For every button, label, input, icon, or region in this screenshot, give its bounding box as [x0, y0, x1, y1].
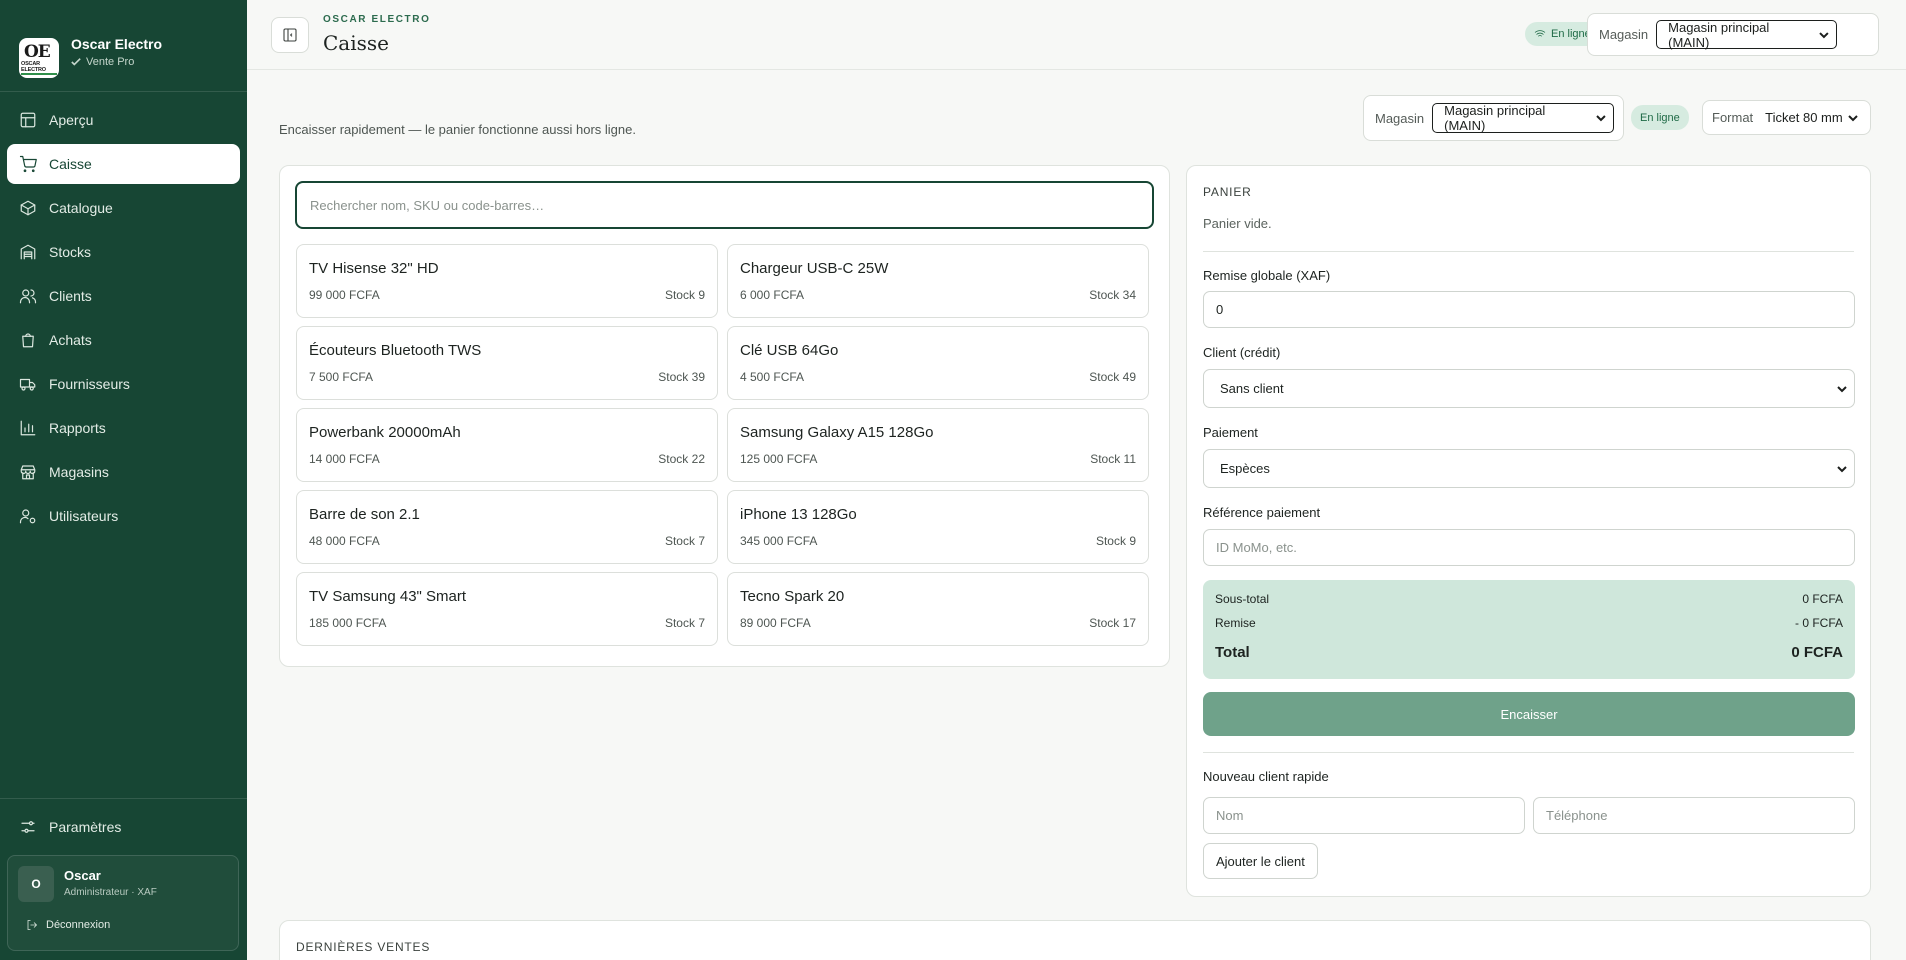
- sidebar-item-fournisseurs[interactable]: Fournisseurs: [7, 364, 240, 404]
- bar-chart-icon: [20, 420, 36, 436]
- header-eyebrow: OSCAR ELECTRO: [323, 14, 431, 25]
- sidebar-footer: Paramètres O Oscar Administrateur · XAF …: [0, 798, 247, 951]
- products-panel: TV Hisense 32" HD99 000 FCFAStock 9 Char…: [279, 165, 1170, 667]
- sidebar-item-caisse[interactable]: Caisse: [7, 144, 240, 184]
- wifi-icon: [1534, 30, 1546, 39]
- chevron-down-icon: [1837, 385, 1847, 392]
- payment-reference-input[interactable]: [1203, 529, 1855, 566]
- logout-button[interactable]: Déconnexion: [26, 919, 110, 931]
- sidebar-item-achats[interactable]: Achats: [7, 320, 240, 360]
- product-card[interactable]: TV Hisense 32" HD 99 000 FCFA Stock 9: [296, 244, 718, 318]
- discount-input[interactable]: [1203, 291, 1855, 328]
- brand-subtitle: Vente Pro: [71, 56, 162, 68]
- logout-icon: [27, 920, 38, 930]
- pos-online-badge: En ligne: [1631, 105, 1689, 130]
- sidebar-item-rapports[interactable]: Rapports: [7, 408, 240, 448]
- client-label: Client (crédit): [1203, 345, 1281, 360]
- user-cog-icon: [19, 509, 36, 524]
- sidebar-toggle-button[interactable]: [271, 17, 309, 53]
- cart-empty-text: Panier vide.: [1203, 216, 1272, 231]
- quick-client-label: Nouveau client rapide: [1203, 769, 1329, 784]
- discount-label: Remise globale (XAF): [1203, 268, 1331, 283]
- sidebar-item-catalogue[interactable]: Catalogue: [7, 188, 240, 228]
- product-card[interactable]: Tecno Spark 20 89 000 FCFA Stock 17: [727, 572, 1149, 646]
- page-subtitle: Encaisser rapidement — le panier fonctio…: [279, 122, 636, 137]
- product-search-input[interactable]: [295, 181, 1154, 229]
- checkout-button[interactable]: Encaisser: [1203, 692, 1855, 736]
- product-card[interactable]: TV Samsung 43" Smart 185 000 FCFA Stock 7: [296, 572, 718, 646]
- page-title: Caisse: [323, 31, 389, 55]
- sidebar-item-stocks[interactable]: Stocks: [7, 232, 240, 272]
- discount-row: Remise - 0 FCFA: [1215, 616, 1843, 630]
- shopping-bag-icon: [22, 333, 34, 348]
- payment-select[interactable]: Espèces: [1203, 449, 1855, 488]
- product-grid: TV Hisense 32" HD 99 000 FCFA Stock 9 Char…: [296, 244, 1154, 646]
- store-icon: [20, 465, 36, 480]
- sidebar-item-magasins[interactable]: Magasins: [7, 452, 240, 492]
- sidebar-item-apercu[interactable]: Aperçu: [7, 100, 240, 140]
- chevron-down-icon: [1819, 31, 1829, 38]
- product-card[interactable]: iPhone 13 128Go 345 000 FCFA Stock 9: [727, 490, 1149, 564]
- add-client-button[interactable]: Ajouter le client: [1203, 843, 1318, 879]
- brand: OE OSCAR ELECTRO Oscar Electro Vente Pro: [0, 0, 247, 92]
- sidebar: OE OSCAR ELECTRO Oscar Electro Vente Pro…: [0, 0, 247, 960]
- product-card[interactable]: Powerbank 20000mAh 14 000 FCFA Stock 22: [296, 408, 718, 482]
- chevron-down-icon: [1847, 114, 1858, 121]
- client-name-input[interactable]: [1203, 797, 1525, 834]
- header-store-select[interactable]: Magasin principal (MAIN): [1656, 20, 1838, 50]
- product-card[interactable]: Samsung Galaxy A15 128Go 125 000 FCFA Stoc…: [727, 408, 1149, 482]
- payment-label: Paiement: [1203, 425, 1258, 440]
- total-row: Total 0 FCFA: [1215, 644, 1843, 661]
- divider: [1203, 251, 1854, 252]
- check-badge-icon: [71, 57, 81, 66]
- subtotal-row: Sous-total 0 FCFA: [1215, 592, 1843, 606]
- client-phone-input[interactable]: [1533, 797, 1855, 834]
- brand-name: Oscar Electro: [71, 35, 163, 52]
- chevron-down-icon: [1596, 115, 1606, 122]
- top-header: OSCAR ELECTRO Caisse En ligne Magasin Ma…: [247, 0, 1906, 70]
- sidebar-item-parametres[interactable]: Paramètres: [7, 807, 240, 847]
- chevron-down-icon: [1837, 465, 1847, 472]
- pos-store-selector: Magasin Magasin principal (MAIN): [1363, 95, 1624, 141]
- panel-left-icon: [283, 28, 297, 42]
- product-card[interactable]: Chargeur USB-C 25W 6 000 FCFA Stock 34: [727, 244, 1149, 318]
- header-store-selector: Magasin Magasin principal (MAIN): [1587, 13, 1879, 56]
- cart-panel: PANIER Panier vide. Remise globale (XAF)…: [1186, 165, 1871, 897]
- client-select[interactable]: Sans client: [1203, 369, 1855, 408]
- sliders-icon: [21, 821, 35, 833]
- user-name: Oscar: [64, 868, 101, 883]
- totals-box: Sous-total 0 FCFA Remise - 0 FCFA Total 0 F…: [1203, 580, 1855, 679]
- product-card[interactable]: Écouteurs Bluetooth TWS 7 500 FCFA Stock 3…: [296, 326, 718, 400]
- sidebar-item-clients[interactable]: Clients: [7, 276, 240, 316]
- user-card: O Oscar Administrateur · XAF Déconnexion: [7, 855, 239, 951]
- layout-grid-icon: [20, 112, 36, 128]
- sidebar-nav: Aperçu Caisse Catalogue Stocks Clients A…: [0, 100, 247, 540]
- divider: [1203, 752, 1854, 753]
- cart-heading: PANIER: [1203, 185, 1252, 199]
- pos-store-select[interactable]: Magasin principal (MAIN): [1432, 103, 1615, 133]
- package-icon: [20, 200, 36, 216]
- product-card[interactable]: Barre de son 2.1 48 000 FCFA Stock 7: [296, 490, 718, 564]
- ticket-format-selector[interactable]: Format Ticket 80 mm: [1702, 100, 1871, 135]
- payment-reference-label: Référence paiement: [1203, 505, 1321, 520]
- shopping-cart-icon: [19, 155, 37, 173]
- user-role: Administrateur · XAF: [64, 887, 157, 898]
- recent-sales-heading: DERNIÈRES VENTES: [296, 940, 431, 954]
- brand-logo: OE OSCAR ELECTRO: [19, 37, 59, 78]
- avatar: O: [18, 866, 54, 902]
- sidebar-item-utilisateurs[interactable]: Utilisateurs: [7, 496, 240, 536]
- product-card[interactable]: Clé USB 64Go 4 500 FCFA Stock 49: [727, 326, 1149, 400]
- warehouse-icon: [20, 244, 36, 260]
- recent-sales-panel: DERNIÈRES VENTES: [279, 920, 1871, 960]
- users-icon: [19, 289, 37, 304]
- truck-icon: [19, 378, 36, 391]
